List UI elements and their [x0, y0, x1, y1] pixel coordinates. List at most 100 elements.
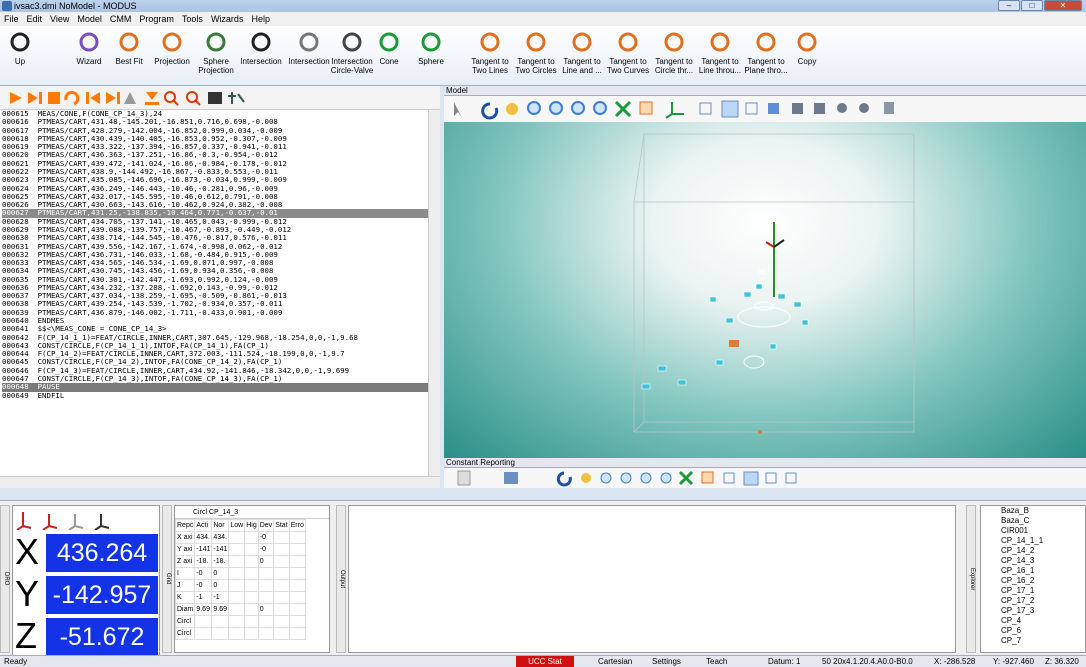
- grid-cell[interactable]: [257, 579, 275, 592]
- explorer-item[interactable]: CP_14_1_1: [1001, 536, 1085, 546]
- grid-side-tab[interactable]: Grid: [162, 505, 172, 653]
- dro-side-tab[interactable]: DRO: [0, 505, 10, 653]
- explorer-item[interactable]: CP_17_1: [1001, 586, 1085, 596]
- code-line[interactable]: 000639 PTMEAS/CART,436.879,-146.002,-1.7…: [2, 308, 428, 317]
- minimize-button[interactable]: –: [998, 0, 1020, 11]
- toolbar-button-1[interactable]: Wizard: [72, 30, 106, 84]
- menu-view[interactable]: View: [50, 12, 69, 26]
- menu-help[interactable]: Help: [251, 12, 270, 26]
- grid-cell[interactable]: -141: [211, 543, 230, 556]
- grid-cell[interactable]: [257, 591, 275, 604]
- grid-cell[interactable]: [273, 615, 290, 628]
- explorer-item[interactable]: CIR001: [1001, 526, 1085, 536]
- grid-header-cell[interactable]: Stat: [273, 519, 290, 532]
- grid-cell[interactable]: [288, 567, 306, 580]
- grid-cell[interactable]: [257, 627, 275, 640]
- grid-row[interactable]: Z axi -18. -18. 0: [174, 555, 306, 568]
- toolbar-button-3[interactable]: Projection: [152, 30, 192, 84]
- explorer-side-tab[interactable]: Explorer: [966, 505, 976, 653]
- grid-cell[interactable]: Diam: [174, 603, 196, 616]
- grid-cell[interactable]: [228, 627, 246, 640]
- grid-cell[interactable]: Circl: [174, 627, 196, 640]
- grid-cell[interactable]: [244, 615, 259, 628]
- toolbar-button-16[interactable]: Tangent to Plane thro...: [744, 30, 788, 84]
- grid-cell[interactable]: [273, 531, 290, 544]
- grid-cell[interactable]: 0: [211, 567, 230, 580]
- grid-row[interactable]: Y axi -141 -141 -0: [174, 543, 306, 556]
- grid-cell[interactable]: 9.69: [211, 603, 230, 616]
- toolbar-button-9[interactable]: Sphere: [414, 30, 448, 84]
- grid-cell[interactable]: [288, 603, 306, 616]
- explorer-item[interactable]: CP_17_3: [1001, 606, 1085, 616]
- code-vertical-scrollbar[interactable]: [428, 110, 440, 476]
- explorer-item[interactable]: CP_6: [1001, 626, 1085, 636]
- grid-cell[interactable]: -1: [211, 591, 230, 604]
- grid-cell[interactable]: J: [174, 579, 196, 592]
- toolbar-button-6[interactable]: Intersection: [286, 30, 332, 84]
- menu-edit[interactable]: Edit: [27, 12, 43, 26]
- grid-cell[interactable]: X axi: [174, 531, 196, 544]
- grid-cell[interactable]: [288, 579, 306, 592]
- grid-cell[interactable]: [288, 627, 306, 640]
- grid-cell[interactable]: [244, 543, 259, 556]
- toolbar-button-15[interactable]: Tangent to Line throu...: [698, 30, 742, 84]
- grid-header-cell[interactable]: Hig: [244, 519, 259, 532]
- status-settings[interactable]: Settings: [652, 656, 681, 667]
- grid-row[interactable]: Diam 9.69 9.69 0: [174, 603, 306, 616]
- code-line[interactable]: 000649 ENDFIL: [2, 391, 428, 400]
- grid-cell[interactable]: -1: [194, 591, 213, 604]
- grid-header-cell[interactable]: Nor: [211, 519, 230, 532]
- explorer-item[interactable]: CP_7: [1001, 636, 1085, 646]
- grid-cell[interactable]: -141: [194, 543, 213, 556]
- explorer-item[interactable]: CP_16_2: [1001, 576, 1085, 586]
- grid-cell[interactable]: [228, 615, 246, 628]
- grid-header-cell[interactable]: Low: [228, 519, 246, 532]
- grid-cell[interactable]: [228, 555, 246, 568]
- explorer-item[interactable]: CP_14_3: [1001, 556, 1085, 566]
- grid-row[interactable]: J -0 0: [174, 579, 306, 592]
- grid-cell[interactable]: 434.: [194, 531, 213, 544]
- grid-cell[interactable]: [273, 603, 290, 616]
- toolbar-button-7[interactable]: Intersection Circle-Valve: [330, 30, 374, 84]
- grid-cell[interactable]: [228, 543, 246, 556]
- explorer-item[interactable]: Baza_C: [1001, 516, 1085, 526]
- toolbar-button-4[interactable]: Sphere Projection: [196, 30, 236, 84]
- grid-header-cell[interactable]: Repc: [174, 519, 196, 532]
- status-teach[interactable]: Teach: [706, 656, 727, 667]
- code-horizontal-scrollbar[interactable]: [0, 476, 440, 488]
- grid-cell[interactable]: -0: [257, 531, 275, 544]
- grid-cell[interactable]: Y axi: [174, 543, 196, 556]
- toolbar-button-17[interactable]: Copy: [790, 30, 824, 84]
- grid-cell[interactable]: [288, 543, 306, 556]
- explorer-item[interactable]: CP_16_1: [1001, 566, 1085, 576]
- menu-file[interactable]: File: [4, 12, 19, 26]
- grid-cell[interactable]: [273, 567, 290, 580]
- menu-cmm[interactable]: CMM: [110, 12, 132, 26]
- toolbar-button-0[interactable]: Up: [6, 30, 34, 84]
- explorer-item[interactable]: CP_14_2: [1001, 546, 1085, 556]
- grid-cell[interactable]: 0: [211, 579, 230, 592]
- output-side-tab[interactable]: Output: [336, 505, 346, 653]
- grid-cell[interactable]: [228, 603, 246, 616]
- grid-cell[interactable]: [228, 591, 246, 604]
- grid-cell[interactable]: [244, 531, 259, 544]
- maximize-button[interactable]: □: [1021, 0, 1043, 11]
- toolbar-button-13[interactable]: Tangent to Two Curves: [606, 30, 650, 84]
- grid-cell[interactable]: Circl: [174, 615, 196, 628]
- grid-cell[interactable]: Z axi: [174, 555, 196, 568]
- code-line[interactable]: 000648 PAUSE: [2, 382, 428, 392]
- grid-cell[interactable]: [244, 627, 259, 640]
- grid-cell[interactable]: [228, 531, 246, 544]
- grid-cell[interactable]: [288, 555, 306, 568]
- grid-cell[interactable]: -0: [194, 567, 213, 580]
- grid-cell[interactable]: [273, 555, 290, 568]
- grid-cell[interactable]: [211, 627, 230, 640]
- grid-cell[interactable]: [257, 567, 275, 580]
- grid-cell[interactable]: K: [174, 591, 196, 604]
- grid-cell[interactable]: [211, 615, 230, 628]
- grid-cell[interactable]: -0: [194, 579, 213, 592]
- grid-cell[interactable]: I: [174, 567, 196, 580]
- code-line[interactable]: 000647 CONST/CIRCLE,F(CP_14_3),INTOF,FA(…: [2, 374, 428, 383]
- grid-cell[interactable]: [244, 567, 259, 580]
- grid-cell[interactable]: [244, 579, 259, 592]
